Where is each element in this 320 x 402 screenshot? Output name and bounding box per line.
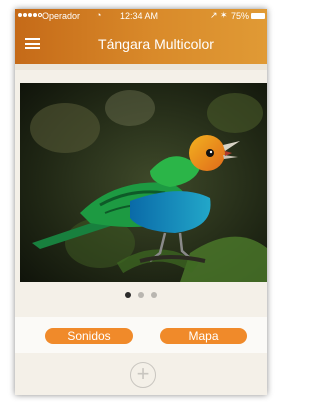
bluetooth-icon: ✶ xyxy=(220,10,228,20)
map-button[interactable]: Mapa xyxy=(160,328,247,344)
status-bar: Operador ◔ 12:34 AM ↗ ✶ 75% xyxy=(15,9,267,25)
status-time: 12:34 AM xyxy=(120,11,159,21)
bird-photo[interactable] xyxy=(20,83,267,282)
action-bar: Sonidos Mapa xyxy=(15,317,267,353)
header-divider xyxy=(15,64,267,70)
hamburger-menu-icon[interactable] xyxy=(25,38,40,49)
wifi-icon: ◔ xyxy=(96,10,102,20)
battery-percent: 75% xyxy=(231,11,250,21)
battery-icon xyxy=(251,13,265,19)
page-dot-3[interactable] xyxy=(151,292,157,298)
location-arrow-icon: ↗ xyxy=(210,10,218,20)
navigation-bar: Tángara Multicolor xyxy=(15,25,267,64)
add-circle-icon[interactable]: + xyxy=(130,362,156,388)
sounds-button[interactable]: Sonidos xyxy=(45,328,133,344)
carrier-name: Operador xyxy=(42,11,81,21)
page-indicator[interactable] xyxy=(15,292,267,298)
page-dot-1[interactable] xyxy=(125,292,131,298)
header-bar: Operador ◔ 12:34 AM ↗ ✶ 75% Tángara Mult… xyxy=(15,9,267,64)
page-title: Tángara Multicolor xyxy=(98,36,214,52)
signal-strength-icon xyxy=(18,13,42,17)
page-dot-2[interactable] xyxy=(138,292,144,298)
app-screen: Operador ◔ 12:34 AM ↗ ✶ 75% Tángara Mult… xyxy=(15,9,267,395)
